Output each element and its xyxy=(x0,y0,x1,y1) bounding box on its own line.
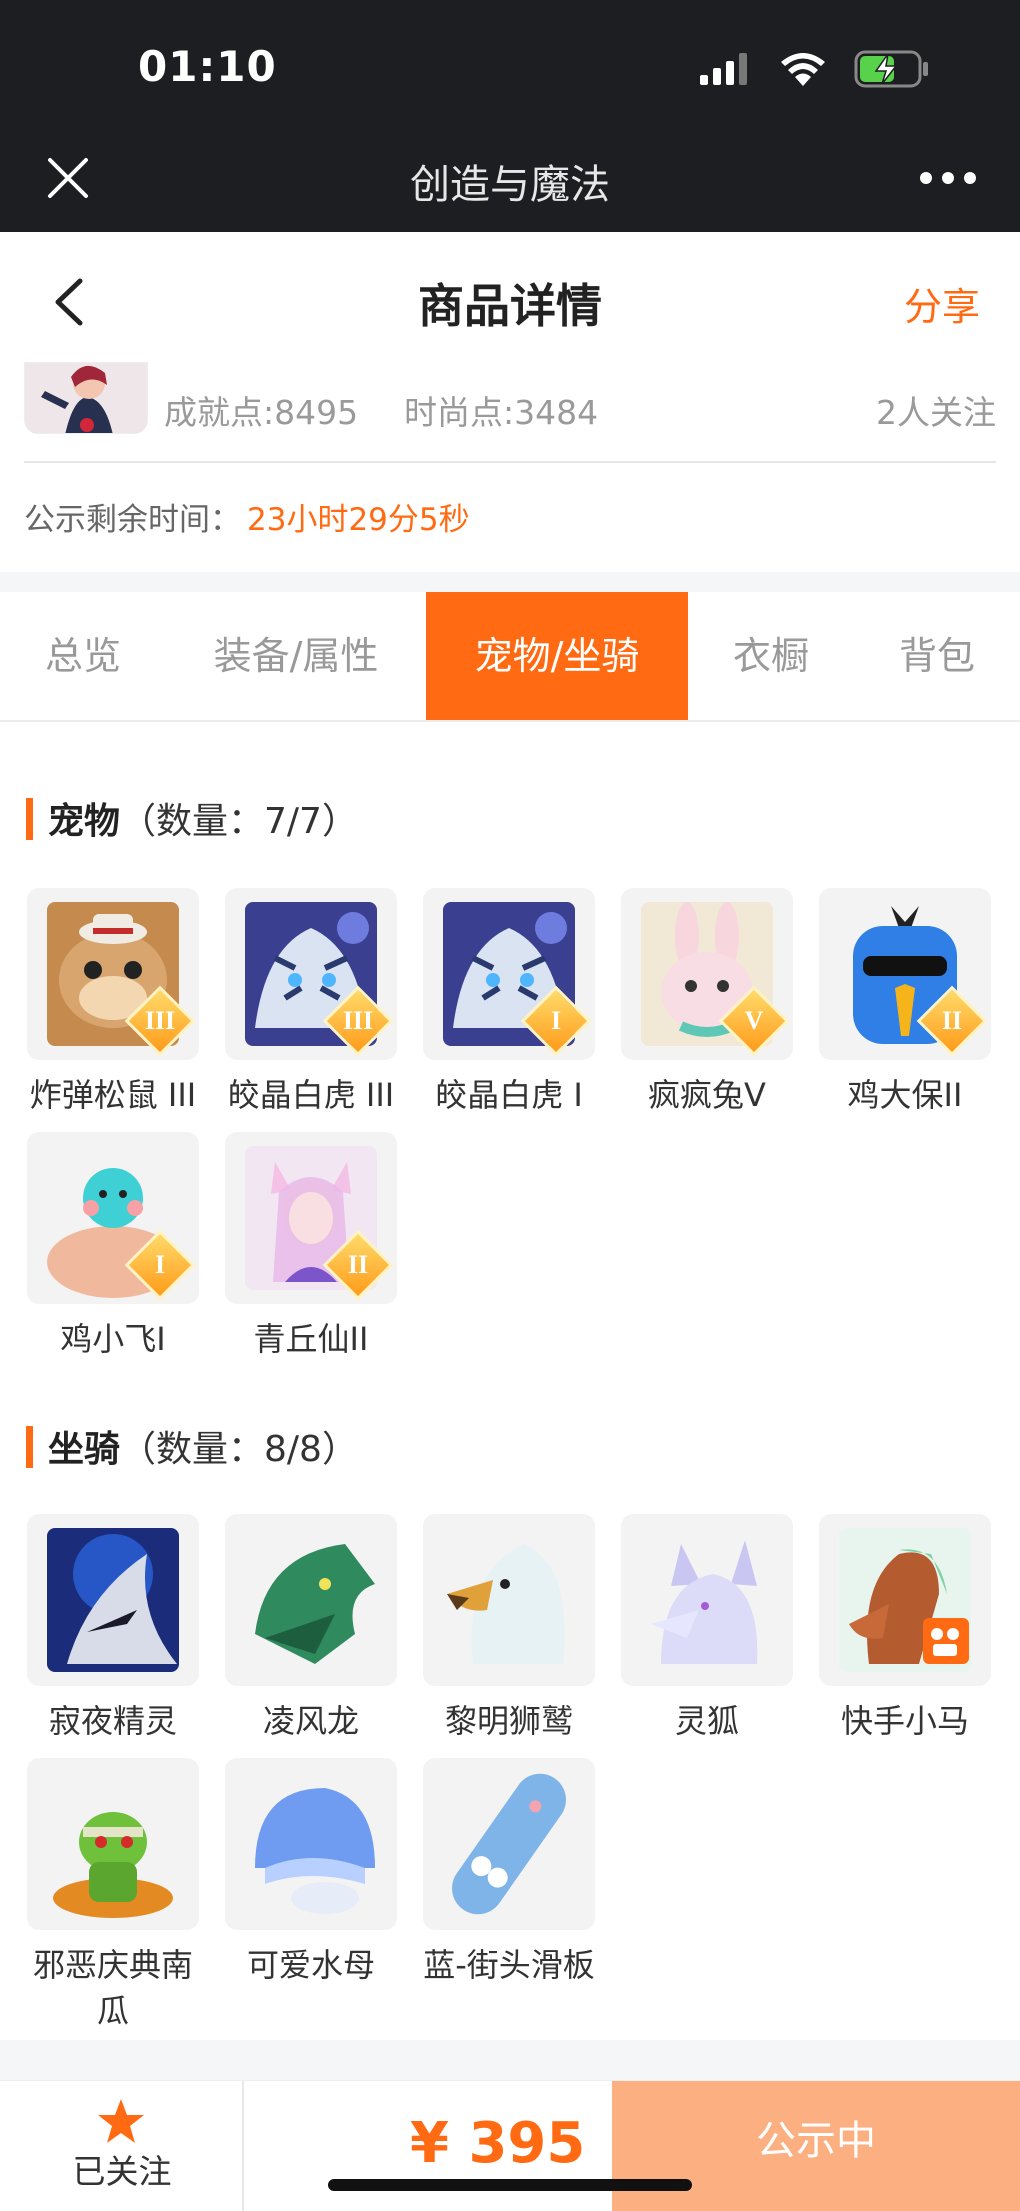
mount-item[interactable]: 灵狐 xyxy=(612,1514,802,1744)
mount-item[interactable]: 黎明狮鹫 xyxy=(414,1514,604,1744)
share-button[interactable]: 分享 xyxy=(904,276,980,331)
pet-item[interactable]: V 疯疯兔V xyxy=(612,888,802,1118)
mount-name: 凌风龙 xyxy=(262,1702,359,1740)
pet-item[interactable]: I 鸡小飞I xyxy=(18,1132,208,1362)
pet-name: 炸弹松鼠 III xyxy=(29,1076,197,1114)
bottom-action-bar: 已关注 ¥ 395 公示中 xyxy=(0,2080,1020,2211)
tab-bar: 总览 装备/属性 宠物/坐骑 衣橱 背包 xyxy=(0,592,1020,722)
star-icon xyxy=(98,2099,144,2143)
tier-badge: V xyxy=(744,1006,764,1035)
fashion-points: 时尚点:3484 xyxy=(404,393,599,432)
page-title: 商品详情 xyxy=(418,279,602,333)
page-header: 商品详情 分享 xyxy=(0,232,1020,362)
tier-badge: II xyxy=(941,1006,963,1035)
home-indicator xyxy=(328,2179,692,2191)
mount-item[interactable]: 可爱水母 xyxy=(216,1758,406,1988)
tab-equipment[interactable]: 装备/属性 xyxy=(166,592,426,720)
tab-pets-mounts[interactable]: 宠物/坐骑 xyxy=(426,592,688,720)
mount-name: 可爱水母 xyxy=(246,1946,375,1984)
tab-overview[interactable]: 总览 xyxy=(0,592,166,720)
mount-name: 黎明狮鹫 xyxy=(444,1702,573,1740)
jellyfish-icon xyxy=(245,1772,377,1916)
achievement-points: 成就点:8495 xyxy=(164,393,359,432)
pony-icon xyxy=(839,1528,971,1672)
price: ¥ 395 xyxy=(410,2111,586,2176)
tab-wardrobe[interactable]: 衣橱 xyxy=(688,592,854,720)
pet-name: 皎晶白虎 III xyxy=(227,1076,395,1114)
section-gap xyxy=(0,572,1020,592)
tier-badge: I xyxy=(550,1006,562,1035)
griffin-icon xyxy=(443,1528,575,1672)
mount-name: 快手小马 xyxy=(840,1702,969,1740)
tab-backpack[interactable]: 背包 xyxy=(854,592,1020,720)
night-spirit-icon xyxy=(47,1528,179,1672)
signal-icon xyxy=(700,53,747,85)
spirit-fox-icon xyxy=(641,1528,773,1672)
remaining-time-value: 23小时29分5秒 xyxy=(247,502,470,538)
divider xyxy=(24,461,996,463)
mounts-title: 坐骑 xyxy=(48,1429,121,1470)
mounts-count: （数量：8/8） xyxy=(120,1429,358,1470)
mounts-section-title: 坐骑（数量：8/8） xyxy=(26,1420,358,1472)
pet-name: 青丘仙II xyxy=(253,1320,369,1358)
pet-item[interactable]: II 鸡大保II xyxy=(810,888,1000,1118)
mount-name: 灵狐 xyxy=(674,1702,739,1740)
pet-item[interactable]: I 皎晶白虎 I xyxy=(414,888,604,1118)
status-time: 01:10 xyxy=(138,42,277,91)
pets-section-title: 宠物（数量：7/7） xyxy=(26,792,358,844)
pet-name: 鸡大保II xyxy=(847,1076,963,1114)
mount-name: 寂夜精灵 xyxy=(48,1702,177,1740)
pumpkin-icon xyxy=(47,1772,179,1918)
tier-badge: III xyxy=(342,1006,374,1035)
pet-name: 鸡小飞I xyxy=(60,1320,166,1358)
skateboard-icon xyxy=(443,1772,575,1916)
mount-name: 蓝-街头滑板 xyxy=(423,1946,595,1984)
remaining-time: 公示剩余时间： 23小时29分5秒 xyxy=(24,494,470,539)
mount-item[interactable]: 寂夜精灵 xyxy=(18,1514,208,1744)
pets-count: （数量：7/7） xyxy=(120,801,358,842)
mount-item[interactable]: 邪恶庆典南瓜 xyxy=(18,1758,208,2034)
tier-badge: III xyxy=(144,1006,176,1035)
status-icons xyxy=(700,50,930,88)
account-summary: 成就点:8495 时尚点:3484 2人关注 公示剩余时间： 23小时29分5秒 xyxy=(0,362,1020,572)
tier-badge: I xyxy=(154,1250,166,1279)
pet-name: 皎晶白虎 I xyxy=(435,1076,583,1114)
mount-item[interactable]: 快手小马 xyxy=(810,1514,1000,1744)
follow-button[interactable]: 已关注 xyxy=(0,2081,244,2211)
pet-name: 疯疯兔V xyxy=(648,1076,766,1114)
pet-item[interactable]: III 炸弹松鼠 III xyxy=(18,888,208,1118)
remaining-time-label: 公示剩余时间： xyxy=(24,502,241,538)
mount-item[interactable]: 凌风龙 xyxy=(216,1514,406,1744)
top-bar: 01:10 创造与魔法 xyxy=(0,0,1020,232)
mount-name: 邪恶庆典南瓜 xyxy=(32,1946,193,2030)
pet-item[interactable]: II 青丘仙II xyxy=(216,1132,406,1362)
wind-dragon-icon xyxy=(245,1528,377,1672)
tier-badge: II xyxy=(347,1250,369,1279)
public-status-button[interactable]: 公示中 xyxy=(612,2081,1020,2211)
pets-title: 宠物 xyxy=(48,801,121,842)
bottom-spacer xyxy=(0,2040,1020,2080)
battery-icon xyxy=(854,50,928,88)
follow-label: 已关注 xyxy=(72,2152,172,2191)
follower-count: 2人关注 xyxy=(876,393,996,432)
app-title: 创造与魔法 xyxy=(410,162,610,208)
wifi-icon xyxy=(781,53,825,86)
avatar xyxy=(24,362,148,434)
pet-item[interactable]: III 皎晶白虎 III xyxy=(216,888,406,1118)
more-menu-icon[interactable] xyxy=(920,172,976,186)
mount-item[interactable]: 蓝-街头滑板 xyxy=(414,1758,604,1988)
